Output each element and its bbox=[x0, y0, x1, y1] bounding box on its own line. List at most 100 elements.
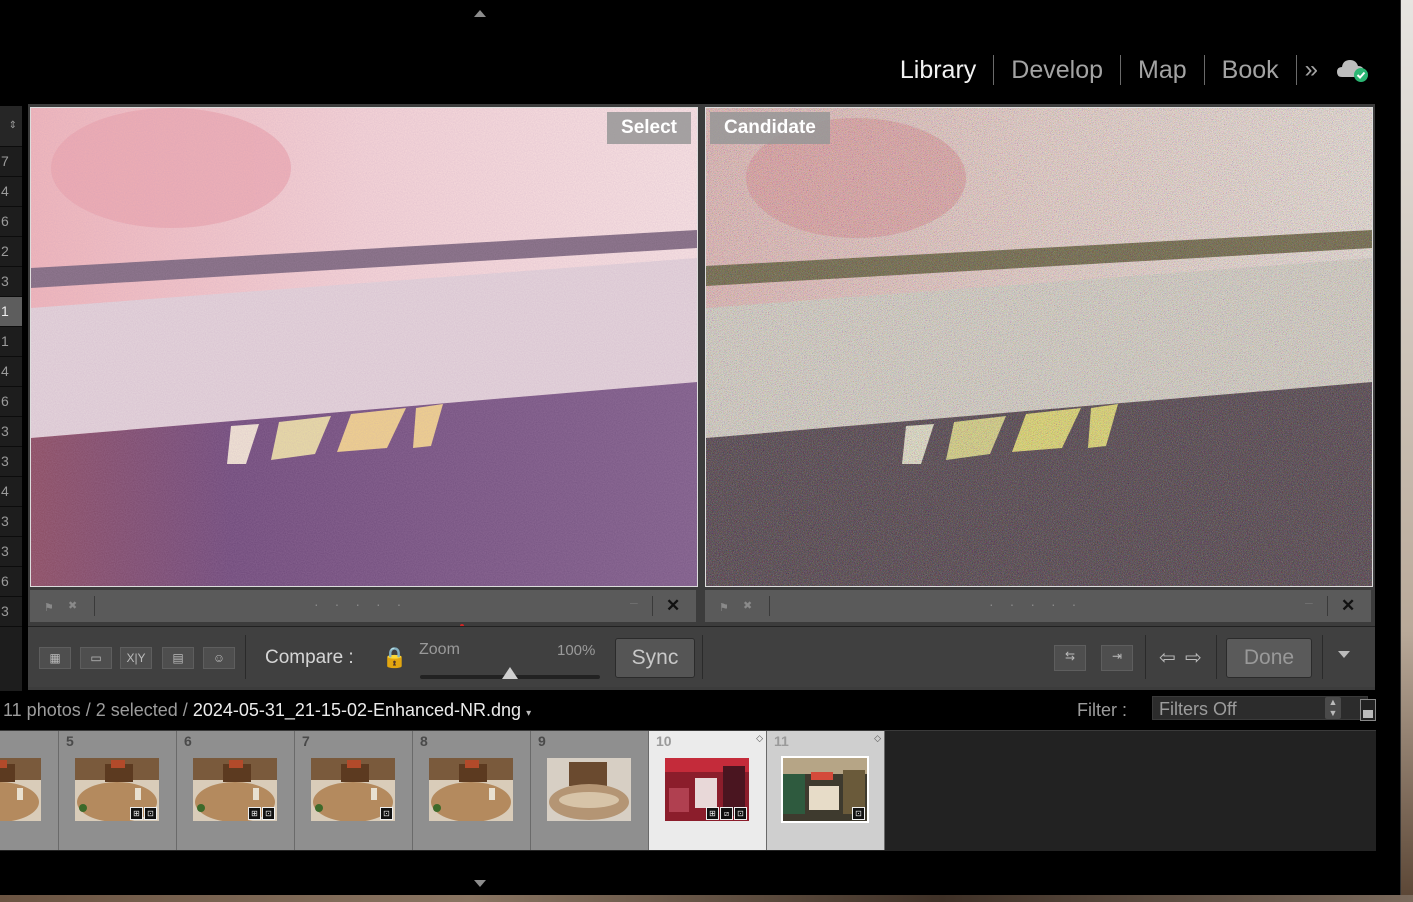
thumbnail-badges: ⊡ bbox=[852, 807, 865, 820]
module-develop[interactable]: Develop bbox=[994, 55, 1122, 85]
adjustment-badge-icon: ⊡ bbox=[734, 807, 747, 820]
folder-count[interactable]: 4 bbox=[0, 477, 22, 507]
divider bbox=[1322, 635, 1323, 679]
thumbnail-image[interactable] bbox=[547, 758, 631, 821]
zoom-label: Zoom bbox=[419, 641, 460, 658]
reject-icon[interactable]: ✖ bbox=[743, 599, 752, 612]
chevron-down-icon[interactable] bbox=[1338, 651, 1350, 658]
survey-view-icon[interactable]: ▤ bbox=[162, 647, 194, 669]
prev-arrow-icon[interactable]: ⇦ bbox=[1159, 645, 1176, 670]
path-dropdown-icon[interactable]: ▾ bbox=[526, 708, 531, 719]
filmstrip-cell[interactable]: 9 bbox=[531, 731, 649, 850]
filmstrip: 5 ⊞ ⊡ 6 ⊞ ⊡ 7 ⊡ 8 9 10 ◇ ⊞ ⧄ ⊡ 11 ◇ ⊡ bbox=[0, 730, 1376, 851]
star-rating-dots[interactable]: ····· bbox=[314, 596, 417, 612]
module-map[interactable]: Map bbox=[1121, 55, 1205, 85]
filter-select[interactable]: Filters Off ▲ ▼ bbox=[1152, 696, 1368, 720]
folder-count[interactable]: 3 bbox=[0, 417, 22, 447]
people-view-icon[interactable]: ☺ bbox=[203, 647, 235, 669]
zoom-slider-thumb[interactable] bbox=[502, 667, 518, 679]
loupe-view-icon[interactable]: ▭ bbox=[80, 647, 112, 669]
close-select-icon[interactable]: ✕ bbox=[666, 596, 680, 616]
sync-button[interactable]: Sync bbox=[615, 638, 695, 678]
star-rating-dots[interactable]: ····· bbox=[989, 596, 1092, 612]
filmstrip-cell[interactable]: 10 ◇ ⊞ ⧄ ⊡ bbox=[649, 731, 767, 850]
bottom-panel-toggle-icon[interactable] bbox=[474, 880, 486, 887]
next-arrow-icon[interactable]: ⇨ bbox=[1185, 645, 1202, 670]
folder-count[interactable]: 4 bbox=[0, 177, 22, 207]
close-candidate-icon[interactable]: ✕ bbox=[1341, 596, 1355, 616]
adjustment-badge-icon: ⊡ bbox=[380, 807, 393, 820]
compare-view: Select Candidate ⚑ ✖ ····· – ✕ ⚑ ✖ ·····… bbox=[28, 104, 1375, 690]
grid-view-icon[interactable]: ▦ bbox=[39, 647, 71, 669]
thumbnail-image[interactable]: ⊞ ⊡ bbox=[193, 758, 277, 821]
adjustment-badge-icon: ⊞ bbox=[706, 807, 719, 820]
compare-view-icon[interactable]: X|Y bbox=[120, 647, 152, 669]
thumbnail-image[interactable]: ⊡ bbox=[311, 758, 395, 821]
folder-count-selected[interactable]: 1 bbox=[0, 297, 22, 327]
color-label-dash[interactable]: – bbox=[1305, 594, 1313, 610]
filmstrip-cell[interactable]: 8 bbox=[413, 731, 531, 850]
module-book[interactable]: Book bbox=[1205, 55, 1297, 85]
folder-count[interactable]: 3 bbox=[0, 507, 22, 537]
select-photo[interactable]: Select bbox=[30, 107, 698, 587]
folder-count[interactable]: 6 bbox=[0, 567, 22, 597]
divider bbox=[94, 596, 95, 616]
folder-count[interactable]: 6 bbox=[0, 207, 22, 237]
make-select-icon[interactable]: ⇥ bbox=[1101, 645, 1133, 671]
reject-icon[interactable]: ✖ bbox=[68, 599, 77, 612]
filmstrip-cell[interactable] bbox=[0, 731, 59, 850]
more-modules-icon[interactable]: » bbox=[1297, 56, 1326, 84]
filmstrip-cell[interactable]: 6 ⊞ ⊡ bbox=[177, 731, 295, 850]
folder-count[interactable]: 6 bbox=[0, 387, 22, 417]
filmstrip-cell[interactable]: 5 ⊞ ⊡ bbox=[59, 731, 177, 850]
folder-count[interactable]: 1 bbox=[0, 327, 22, 357]
folder-count[interactable]: 3 bbox=[0, 447, 22, 477]
top-panel-toggle-icon[interactable] bbox=[474, 10, 486, 17]
done-button[interactable]: Done bbox=[1226, 638, 1312, 678]
folder-count[interactable]: 4 bbox=[0, 357, 22, 387]
toolbar: ▦ ▭ X|Y ▤ ☺ Compare : 🔒 Zoom 100% Sync ⇆… bbox=[28, 626, 1375, 687]
swap-icon[interactable]: ⇆ bbox=[1054, 645, 1086, 671]
desktop-background bbox=[1401, 0, 1413, 902]
thumbnail-image[interactable] bbox=[429, 758, 513, 821]
filmstrip-cell[interactable]: 7 ⊡ bbox=[295, 731, 413, 850]
filter-value: Filters Off bbox=[1159, 699, 1237, 719]
thumbnail-image[interactable]: ⊞ ⧄ ⊡ bbox=[665, 758, 749, 821]
panel-scroll-icon[interactable]: ⇕ bbox=[0, 106, 22, 147]
adjustment-badge-icon: ⊞ bbox=[130, 807, 143, 820]
zoom-value: 100% bbox=[557, 642, 596, 659]
thumbnail-badges: ⊞ ⊡ bbox=[248, 807, 275, 820]
color-label-dash[interactable]: – bbox=[630, 594, 638, 610]
folder-count[interactable]: 7 bbox=[0, 147, 22, 177]
divider bbox=[1327, 596, 1328, 616]
divider bbox=[702, 635, 703, 679]
edit-marker-icon: ◇ bbox=[756, 733, 763, 743]
folder-count[interactable]: 2 bbox=[0, 237, 22, 267]
filmstrip-index: 8 bbox=[420, 733, 428, 749]
folder-count[interactable]: 3 bbox=[0, 537, 22, 567]
lock-icon[interactable]: 🔒 bbox=[382, 645, 407, 670]
left-panel-edge: ⇕ 7 4 6 2 3 1 1 4 6 3 3 4 3 3 6 3 bbox=[0, 106, 22, 691]
file-name: 2024-05-31_21-15-02-Enhanced-NR.dng bbox=[192, 700, 522, 720]
thumbnail-image[interactable]: ⊡ bbox=[781, 756, 869, 823]
thumbnail-image[interactable]: ⊞ ⊡ bbox=[75, 758, 159, 821]
filmstrip-cell[interactable]: 11 ◇ ⊡ bbox=[767, 731, 885, 850]
candidate-photo[interactable]: Candidate bbox=[705, 107, 1373, 587]
folder-count[interactable]: 3 bbox=[0, 267, 22, 297]
divider bbox=[652, 596, 653, 616]
select-badge: Select bbox=[607, 112, 691, 144]
folder-count[interactable]: 3 bbox=[0, 597, 22, 627]
source-path[interactable]: 11 photos / 2 selected / 2024-05-31_21-1… bbox=[3, 700, 531, 721]
filter-lock-toggle[interactable] bbox=[1360, 699, 1376, 721]
thumbnail-image[interactable] bbox=[0, 758, 41, 821]
filter-label: Filter : bbox=[1077, 700, 1128, 720]
flag-icon[interactable]: ⚑ bbox=[719, 601, 729, 614]
filmstrip-header: 11 photos / 2 selected / 2024-05-31_21-1… bbox=[0, 693, 1400, 727]
flag-icon[interactable]: ⚑ bbox=[44, 601, 54, 614]
compare-label: Compare : bbox=[265, 647, 354, 668]
cloud-sync-icon[interactable] bbox=[1336, 57, 1370, 83]
filmstrip-index: 9 bbox=[538, 733, 546, 749]
adjustment-badge-icon: ⊞ bbox=[248, 807, 261, 820]
module-library[interactable]: Library bbox=[883, 55, 995, 85]
candidate-info-bar: ⚑ ✖ ····· – ✕ bbox=[705, 590, 1371, 622]
